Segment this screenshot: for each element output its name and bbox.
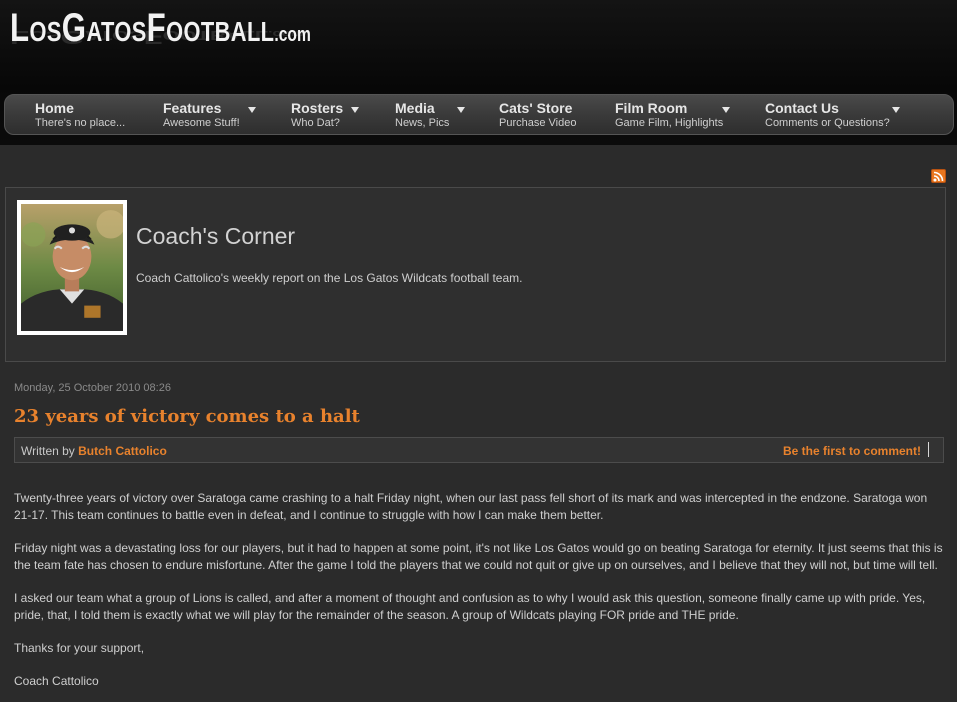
article-body: Twenty-three years of victory over Sarat… bbox=[14, 490, 944, 702]
nav-item-subtitle: There's no place... bbox=[35, 117, 126, 129]
nav-item-title: Media bbox=[395, 100, 435, 116]
nav-item-cats-store[interactable]: Cats' Store Purchase Video bbox=[499, 100, 576, 132]
text-cursor bbox=[928, 442, 929, 457]
article-paragraph: I asked our team what a group of Lions i… bbox=[14, 591, 926, 622]
nav-item-subtitle: News, Pics bbox=[395, 117, 450, 129]
main-nav: Home There's no place... Features Awesom… bbox=[4, 94, 954, 135]
nav-item-rosters[interactable]: Rosters Who Dat? bbox=[291, 100, 343, 132]
chevron-down-icon[interactable] bbox=[722, 107, 730, 113]
rss-feed-icon[interactable] bbox=[931, 169, 946, 183]
chevron-down-icon[interactable] bbox=[248, 107, 256, 113]
article-meta-bar: Written by Butch Cattolico Be the first … bbox=[14, 437, 944, 463]
nav-item-features[interactable]: Features Awesome Stuff! bbox=[163, 100, 240, 132]
author-link[interactable]: Butch Cattolico bbox=[78, 444, 167, 458]
chevron-down-icon[interactable] bbox=[892, 107, 900, 113]
nav-item-contact-us[interactable]: Contact Us Comments or Questions? bbox=[765, 100, 890, 132]
nav-item-title: Contact Us bbox=[765, 100, 839, 116]
byline: Written by Butch Cattolico bbox=[21, 444, 167, 458]
nav-item-title: Features bbox=[163, 100, 222, 116]
nav-item-media[interactable]: Media News, Pics bbox=[395, 100, 449, 132]
nav-item-title: Cats' Store bbox=[499, 100, 573, 116]
nav-item-subtitle: Comments or Questions? bbox=[765, 117, 890, 129]
article-paragraph: Thanks for your support, bbox=[14, 641, 145, 655]
article-title[interactable]: 23 years of victory comes to a halt bbox=[14, 406, 360, 427]
nav-item-film-room[interactable]: Film Room Game Film, Highlights bbox=[615, 100, 723, 132]
nav-item-subtitle: Purchase Video bbox=[499, 117, 577, 129]
nav-item-title: Rosters bbox=[291, 100, 344, 116]
byline-label: Written by bbox=[21, 444, 75, 458]
coach-portrait-image bbox=[21, 204, 126, 331]
coach-photo bbox=[17, 200, 127, 335]
nav-item-subtitle: Who Dat? bbox=[291, 117, 340, 129]
page-title: Coach's Corner bbox=[136, 223, 296, 249]
nav-item-home[interactable]: Home There's no place... bbox=[35, 100, 125, 132]
article-date: Monday, 25 October 2010 08:26 bbox=[14, 382, 171, 394]
page-description: Coach Cattolico's weekly report on the L… bbox=[136, 271, 523, 285]
logo-reflection: LOSGATOSFOOTBALL.com bbox=[10, 27, 305, 47]
nav-item-subtitle: Game Film, Highlights bbox=[615, 117, 724, 129]
article-paragraph: Friday night was a devastating loss for … bbox=[14, 541, 943, 572]
article-signature: Coach Cattolico bbox=[14, 674, 99, 688]
nav-item-title: Film Room bbox=[615, 100, 688, 116]
comment-link[interactable]: Be the first to comment! bbox=[783, 444, 921, 458]
coach-corner-header: Coach's Corner Coach Cattolico's weekly … bbox=[5, 187, 946, 362]
chevron-down-icon[interactable] bbox=[351, 107, 359, 113]
nav-item-title: Home bbox=[35, 100, 74, 116]
nav-item-subtitle: Awesome Stuff! bbox=[163, 117, 240, 129]
chevron-down-icon[interactable] bbox=[457, 107, 465, 113]
article-paragraph: Twenty-three years of victory over Sarat… bbox=[14, 491, 928, 522]
site-header: LOSGATOSFOOTBALL.com LOSGATOSFOOTBALL.co… bbox=[0, 0, 957, 145]
